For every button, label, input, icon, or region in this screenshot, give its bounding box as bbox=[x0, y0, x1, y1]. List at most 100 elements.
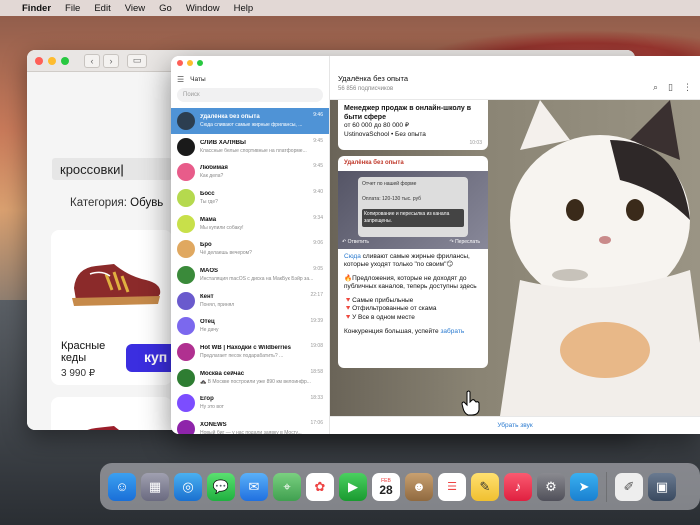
menu-finder[interactable]: Finder bbox=[22, 3, 51, 14]
product-card[interactable]: Красные кеды 3 990 ₽ куп bbox=[51, 230, 172, 385]
message-bullet: 🔻Отфильтрованные от скама bbox=[344, 305, 437, 312]
chat-item[interactable]: Босс Ты где? 9:40 bbox=[171, 185, 329, 211]
menu-edit[interactable]: Edit bbox=[94, 3, 110, 14]
chat-name: Кент bbox=[200, 293, 214, 300]
music-icon[interactable]: ♪ bbox=[504, 472, 532, 501]
sidebar-toggle-icon[interactable]: ▭ bbox=[127, 53, 147, 68]
chat-item[interactable]: Любимая Как дела? 9:45 bbox=[171, 159, 329, 185]
message-feed: Менеджер продаж в онлайн-школу в быти сф… bbox=[330, 100, 700, 416]
contacts-icon[interactable]: ☻ bbox=[405, 472, 433, 501]
chat-header: Удалёнка без опыта 56 856 подписчиков ⌕ … bbox=[330, 56, 700, 100]
chat-name: Hot WB | Находки с Wildberries bbox=[200, 345, 291, 352]
chat-item[interactable]: XONEWS Новый биг — у нас подали заявку в … bbox=[171, 416, 329, 434]
telegram-window: ☰ Чаты Поиск Удалёнка без опыта Сюда слив… bbox=[171, 56, 700, 434]
menu-file[interactable]: File bbox=[65, 3, 80, 14]
launchpad-icon[interactable]: ▦ bbox=[141, 472, 169, 501]
chat-item[interactable]: Бро Чё делаешь вечером? 9:06 bbox=[171, 236, 329, 262]
back-icon[interactable]: ‹ bbox=[84, 53, 100, 68]
photos-icon[interactable]: ✿ bbox=[306, 472, 334, 501]
safari-icon[interactable]: ◎ bbox=[174, 472, 202, 501]
chat-item[interactable]: Отец Не дачу 19:39 bbox=[171, 314, 329, 340]
more-icon[interactable]: ⋮ bbox=[683, 82, 692, 93]
chat-text: Бро Чё делаешь вечером? bbox=[200, 242, 329, 256]
chat-time: 9:05 bbox=[313, 266, 323, 273]
chat-item[interactable]: Москва сейчас 🚓 В Москве построили уже 89… bbox=[171, 365, 329, 391]
telegram-icon[interactable]: ➤ bbox=[570, 472, 598, 501]
chat-text: СЛИВ ХАЛЯВЫ Классные белые спортивные на … bbox=[200, 140, 329, 154]
chat-preview: Ну это вот bbox=[200, 404, 224, 411]
chat-name: Егор bbox=[200, 396, 214, 403]
chat-item[interactable]: СЛИВ ХАЛЯВЫ Классные белые спортивные на … bbox=[171, 134, 329, 160]
chat-avatar bbox=[177, 317, 195, 336]
chat-item[interactable]: Кент Понял, принял 22:17 bbox=[171, 288, 329, 314]
chat-preview: Понял, принял bbox=[200, 301, 235, 308]
preview-icon[interactable]: ▣ bbox=[648, 472, 676, 501]
messages-icon[interactable]: 💬 bbox=[207, 472, 235, 501]
finder-icon[interactable]: ☺ bbox=[108, 472, 136, 501]
minimize-button[interactable] bbox=[187, 60, 193, 66]
dock-separator bbox=[606, 471, 607, 502]
chat-item[interactable]: Hot WB | Находки с Wildberries Предлагает… bbox=[171, 339, 329, 365]
chat-item[interactable]: MAOS Инсталяция macOS с диска на МакБук Б… bbox=[171, 262, 329, 288]
textedit-icon[interactable]: ✐ bbox=[615, 472, 643, 501]
sidebar-icon[interactable]: ▯ bbox=[668, 82, 673, 93]
chat-sidebar: ☰ Чаты Поиск Удалёнка без опыта Сюда слив… bbox=[171, 56, 330, 434]
chat-time: 9:06 bbox=[313, 240, 323, 247]
chat-name: СЛИВ ХАЛЯВЫ bbox=[200, 139, 246, 146]
product-price: 3 990 ₽ bbox=[61, 368, 96, 379]
forward-icon[interactable]: › bbox=[103, 53, 119, 68]
message-line: сливают самые жирные фрилансы, которые у… bbox=[344, 252, 470, 269]
channel-name[interactable]: Удалёнка без опыта bbox=[338, 74, 700, 83]
sneaker-image bbox=[87, 426, 120, 430]
chat-avatar bbox=[177, 163, 195, 182]
zoom-button[interactable] bbox=[61, 56, 69, 65]
message-image[interactable]: Отчет по нашей форме Оплата: 120-130 тыс… bbox=[338, 170, 488, 249]
chat-preview: Инсталяция macOS с диска на МакБук Бэйр … bbox=[200, 275, 314, 282]
message-bullet: 🔻У Все в одном месте bbox=[344, 313, 415, 321]
menu-bar: Finder File Edit View Go Window Help bbox=[0, 0, 700, 16]
menu-window[interactable]: Window bbox=[186, 3, 220, 14]
chat-time: 18:58 bbox=[310, 368, 323, 375]
search-icon[interactable]: ⌕ bbox=[653, 82, 658, 93]
buy-button[interactable]: куп bbox=[126, 344, 172, 372]
chat-item[interactable]: Удалёнка без опыта Сюда сливают самые жир… bbox=[171, 108, 329, 134]
category-filter[interactable]: Категория: Обувь bbox=[70, 197, 163, 209]
forward-label: Переслать bbox=[455, 239, 480, 245]
chat-text: MAOS Инсталяция macOS с диска на МакБук Б… bbox=[200, 268, 329, 282]
dock: ☺ ▦ ◎ 💬 ✉ ⌖ ✿ ▶ FEB 28 ☻ ☰ ✎ ♪ ⚙ ➤ ✐ ▣ bbox=[100, 463, 700, 510]
chat-time: 9:34 bbox=[313, 214, 323, 221]
message-bubble[interactable]: Удалёнка без опыта Отчет по нашей форме … bbox=[338, 156, 488, 368]
settings-icon[interactable]: ⚙ bbox=[537, 472, 565, 501]
chat-item[interactable]: Мама Мы купили собаку! 9:34 bbox=[171, 211, 329, 237]
minimize-button[interactable] bbox=[48, 56, 56, 65]
message-text: Сюда сливают самые жирные фрилансы, кото… bbox=[338, 249, 488, 346]
close-button[interactable] bbox=[35, 56, 43, 65]
chat-search-input[interactable]: Поиск bbox=[177, 88, 323, 102]
message-link[interactable]: Сюда bbox=[344, 253, 361, 260]
menu-icon[interactable]: ☰ bbox=[177, 75, 184, 84]
chat-text: Мама Мы купили собаку! bbox=[200, 217, 329, 231]
mail-icon[interactable]: ✉ bbox=[240, 472, 268, 501]
maps-icon[interactable]: ⌖ bbox=[273, 472, 301, 501]
menu-go[interactable]: Go bbox=[159, 3, 172, 14]
calendar-icon[interactable]: FEB 28 bbox=[372, 472, 400, 501]
message-bubble[interactable]: Менеджер продаж в онлайн-школу в быти сф… bbox=[338, 100, 488, 150]
notes-icon[interactable]: ✎ bbox=[471, 472, 499, 501]
close-button[interactable] bbox=[177, 60, 183, 66]
chat-text: Босс Ты где? bbox=[200, 191, 329, 205]
facetime-icon[interactable]: ▶ bbox=[339, 472, 367, 501]
zoom-button[interactable] bbox=[197, 60, 203, 66]
chat-preview: Новый биг — у нас подали заявку в Мосгу.… bbox=[200, 430, 302, 434]
menu-help[interactable]: Help bbox=[234, 3, 254, 14]
chat-text: Любимая Как дела? bbox=[200, 165, 329, 179]
chat-name: Босс bbox=[200, 190, 215, 197]
message-sender[interactable]: Удалёнка без опыта bbox=[338, 159, 488, 168]
menu-view[interactable]: View bbox=[125, 3, 145, 14]
chat-list: Удалёнка без опыта Сюда сливают самые жир… bbox=[171, 108, 329, 434]
product-card[interactable] bbox=[51, 397, 172, 430]
shop-search-input[interactable]: кроссовки| bbox=[52, 158, 172, 180]
chat-item[interactable]: Егор Ну это вот 18:33 bbox=[171, 391, 329, 417]
message-link[interactable]: забрать bbox=[440, 328, 464, 335]
reminders-icon[interactable]: ☰ bbox=[438, 472, 466, 501]
mute-button[interactable]: Убрать звук bbox=[330, 416, 700, 434]
